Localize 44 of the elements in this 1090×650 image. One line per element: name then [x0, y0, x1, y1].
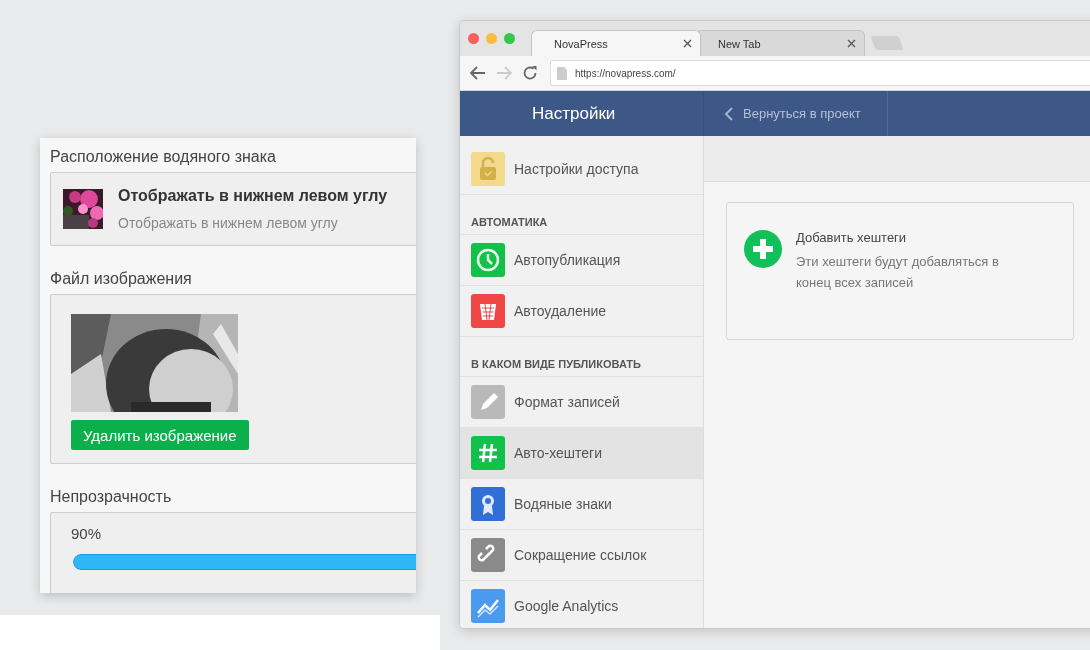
sidebar-item[interactable]: Настройки доступа — [460, 144, 703, 195]
page-icon — [557, 66, 567, 80]
close-icon[interactable] — [847, 39, 856, 48]
reload-icon[interactable] — [522, 65, 538, 81]
section-heading: АВТОМАТИКА — [460, 197, 703, 235]
option-subtitle: Отображать в нижнем левом углу — [118, 215, 339, 231]
section-heading: В КАКОМ ВИДЕ ПУБЛИКОВАТЬ — [460, 339, 703, 377]
line-chart-icon — [471, 589, 505, 623]
tab-title: New Tab — [718, 37, 761, 50]
chevron-left-icon — [724, 106, 733, 121]
window-control[interactable] — [468, 33, 479, 44]
card-description: Эти хештеги будут добавляться в конец всех записей — [796, 253, 1000, 292]
close-icon[interactable] — [683, 39, 692, 48]
clock-icon — [471, 243, 505, 277]
sidebar-item[interactable]: Google Analytics — [460, 581, 703, 628]
pencil-icon — [471, 385, 505, 419]
field-label: Непрозрачность — [50, 487, 173, 507]
sidebar-item[interactable]: Автопубликация — [460, 235, 703, 286]
lock-icon — [471, 152, 505, 186]
trash-basket-icon — [471, 294, 505, 328]
option-title: Отображать в нижнем левом углу — [118, 187, 388, 205]
opacity-slider[interactable] — [73, 554, 416, 570]
back-link-text[interactable]: Вернуться в проект — [743, 106, 861, 121]
hash-icon — [471, 436, 505, 470]
sidebar-item[interactable]: Авто-хештеги — [460, 428, 703, 479]
back-icon[interactable] — [470, 65, 486, 81]
window-control[interactable] — [486, 33, 497, 44]
ribbon-icon — [471, 487, 505, 521]
position-option[interactable]: Отображать в нижнем левом углу Отображать в нижнем левом углу — [50, 172, 416, 246]
window-control[interactable] — [504, 33, 515, 44]
forward-icon[interactable] — [496, 65, 512, 81]
add-icon[interactable] — [744, 230, 782, 268]
sidebar-item[interactable]: Сокращение ссылок — [460, 530, 703, 581]
sidebar-item[interactable]: Автоудаление — [460, 286, 703, 337]
address-bar[interactable]: https://novapress.com/ — [550, 60, 1090, 86]
sidebar-item[interactable]: Водяные знаки — [460, 479, 703, 530]
opacity-value: 90% — [71, 525, 103, 542]
url-text: https://novapress.com/ — [575, 67, 676, 79]
tab-title: NovaPress — [554, 37, 608, 50]
field-label: Расположение водяного знака — [50, 147, 277, 167]
card-title: Добавить хештеги — [796, 230, 908, 245]
link-icon — [471, 538, 505, 572]
browser-tab[interactable]: NovaPress — [531, 30, 701, 56]
field-label: Файл изображения — [50, 269, 193, 289]
